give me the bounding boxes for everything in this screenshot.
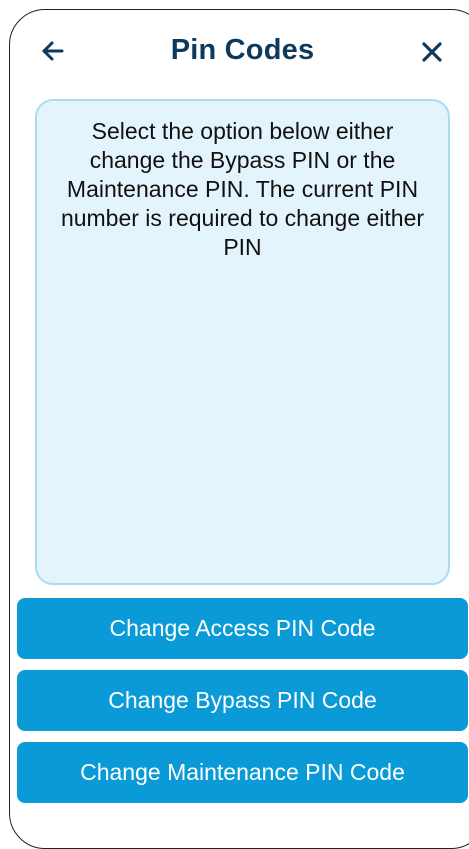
close-icon	[422, 42, 442, 62]
close-button[interactable]	[420, 40, 444, 64]
change-bypass-pin-button[interactable]: Change Bypass PIN Code	[17, 670, 468, 731]
info-panel: Select the option below either change th…	[35, 99, 450, 585]
change-maintenance-pin-button[interactable]: Change Maintenance PIN Code	[17, 742, 468, 803]
page-title: Pin Codes	[170, 34, 315, 66]
change-access-pin-button[interactable]: Change Access PIN Code	[17, 598, 468, 659]
info-text: Select the option below either change th…	[60, 118, 425, 260]
header-bar: Pin Codes	[0, 0, 469, 100]
